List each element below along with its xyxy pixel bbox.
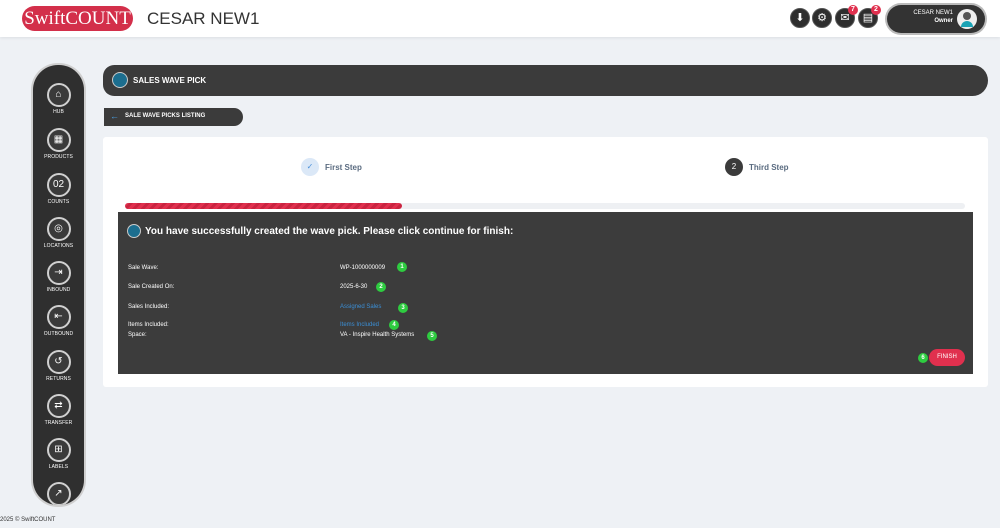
sale-created-value: 2025-6-30 [340, 284, 368, 290]
notifications-badge: 7 [848, 5, 858, 15]
sale-created-label: Sale Created On: [128, 284, 175, 290]
sidebar-item-outbound[interactable]: ⇤ OUTBOUND [33, 305, 84, 337]
page-header: SALES WAVE PICK [103, 65, 988, 96]
reports-icon: ↗ [46, 482, 71, 505]
locations-icon: ◎ [46, 217, 71, 241]
arrow-left-icon: ← [110, 111, 119, 121]
sidebar-item-transfer[interactable]: ⇄ TRANSFER [33, 394, 84, 426]
download-icon[interactable]: ⬇ [790, 8, 810, 28]
company-name: CESAR NEW1 [147, 9, 260, 28]
items-included-link[interactable]: Items Included [340, 322, 379, 328]
top-bar: SwiftCOUNT CESAR NEW1 ⬇ ⚙ ✉ 7 ▤ 2 CESAR NE… [0, 0, 1000, 37]
check-icon: ✓ [301, 158, 319, 176]
assigned-sales-link[interactable]: Assigned Sales [340, 304, 381, 310]
step-first[interactable]: First Step [325, 163, 362, 172]
step-third[interactable]: Third Step [749, 163, 789, 172]
progress-fill [125, 203, 403, 209]
sidebar-item-inbound[interactable]: ⇥ INBOUND [33, 261, 84, 293]
avatar [957, 9, 977, 29]
sidebar-item-label: COUNTS [47, 199, 70, 205]
sidebar-item-label: RETURNS [46, 376, 71, 382]
settings-icon[interactable]: ⚙ [812, 8, 832, 28]
returns-icon: ↺ [46, 350, 71, 374]
sale-wave-value: WP-1000000009 [340, 265, 386, 271]
sidebar-item-returns[interactable]: ↺ RETURNS [33, 350, 84, 382]
counts-icon: 02 [46, 173, 71, 197]
success-message: You have successfully created the wave p… [145, 226, 514, 237]
sidebar-item-label: LABELS [48, 464, 69, 470]
sidebar-item-label: HUB [53, 109, 64, 115]
step-badge-3: 3 [398, 303, 408, 313]
sidebar-item-locations[interactable]: ◎ LOCATIONS [33, 217, 84, 249]
step-badge-4: 4 [389, 320, 399, 330]
step-badge-2: 2 [376, 282, 386, 292]
page-title: SALES WAVE PICK [133, 76, 207, 85]
items-included-label: Items Included: [128, 322, 169, 328]
sidebar-item-products[interactable]: ▦ PRODUCTS [33, 128, 84, 160]
footer-copyright: 2025 © SwiftCOUNT [0, 517, 56, 523]
back-button-label: SALE WAVE PICKS LISTING [125, 113, 206, 119]
products-icon: ▦ [46, 128, 71, 152]
user-name: CESAR NEW1 [913, 10, 953, 16]
tasks-badge: 2 [871, 5, 881, 15]
sidebar-item-labels[interactable]: ⊞ LABELS [33, 438, 84, 470]
user-menu[interactable]: CESAR NEW1 Owner [887, 5, 985, 33]
tasks-icon[interactable]: ▤ 2 [858, 5, 881, 28]
space-label: Space: [128, 332, 147, 338]
inbound-icon: ⇥ [46, 261, 71, 285]
sidebar-item-label: PRODUCTS [44, 154, 73, 160]
wave-pick-icon [127, 224, 141, 238]
transfer-icon: ⇄ [46, 394, 71, 418]
sidebar-item-label: LOCATIONS [43, 243, 74, 249]
sidebar-item-label: TRANSFER [44, 420, 73, 426]
sales-included-label: Sales Included: [128, 304, 170, 310]
space-value: VA - Inspire Health Systems [340, 332, 415, 338]
wave-pick-icon [112, 72, 128, 88]
sale-wave-label: Sale Wave: [128, 265, 159, 271]
sidebar-item-reports[interactable]: ↗ [33, 482, 84, 505]
sidebar: ⌂ HUB ▦ PRODUCTS 02 COUNTS ◎ LOCATIONS ⇥… [33, 65, 84, 505]
sidebar-item-counts[interactable]: 02 COUNTS [33, 173, 84, 205]
back-to-listing-button[interactable]: ← SALE WAVE PICKS LISTING [104, 108, 243, 126]
sidebar-item-label: OUTBOUND [43, 331, 74, 337]
outbound-icon: ⇤ [46, 305, 71, 329]
hub-icon: ⌂ [46, 83, 71, 107]
labels-icon: ⊞ [46, 438, 71, 462]
sidebar-item-hub[interactable]: ⌂ HUB [33, 83, 84, 115]
step-number-badge: 2 [725, 158, 743, 176]
step-badge-5: 5 [427, 331, 437, 341]
user-role: Owner [934, 18, 953, 24]
progress-bar [125, 203, 965, 209]
step-badge-1: 1 [397, 262, 407, 272]
swiftcount-logo[interactable]: SwiftCOUNT [22, 6, 133, 31]
finish-button[interactable]: FINISH [929, 349, 965, 366]
result-panel: You have successfully created the wave p… [118, 212, 973, 374]
step-badge-6: 6 [918, 353, 928, 363]
notifications-icon[interactable]: ✉ 7 [835, 5, 858, 28]
sidebar-item-label: INBOUND [46, 287, 71, 293]
